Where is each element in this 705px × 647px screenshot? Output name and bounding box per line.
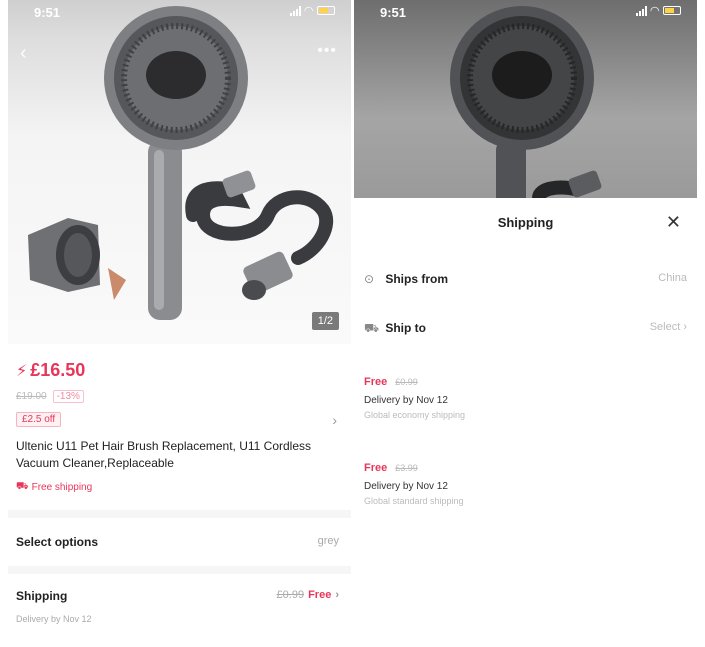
- shipping-sheet-page: 9:51 ◠ Shipping ✕ ⊙ Ships from China ⛟ S…: [354, 0, 697, 647]
- status-bar: 9:51 ◠: [354, 0, 697, 26]
- select-options-row[interactable]: Select options grey: [16, 535, 339, 549]
- vacuum-brush-illustration: [450, 6, 602, 198]
- option-price: Free: [364, 376, 388, 388]
- option-original-price: £0.99: [395, 377, 418, 387]
- select-options-value: grey: [317, 535, 339, 547]
- discount-badge: -13%: [52, 390, 84, 403]
- option-price: Free: [364, 462, 388, 474]
- location-pin-icon: ⊙: [364, 272, 375, 286]
- product-title: Ultenic U11 Pet Hair Brush Replacement, …: [16, 439, 312, 470]
- vacuum-brush-illustration: [28, 6, 334, 320]
- option-method: Global standard shipping: [364, 496, 464, 506]
- shipping-row[interactable]: Shipping £0.99 Free ›: [16, 589, 339, 603]
- status-time: 9:51: [380, 5, 407, 20]
- free-shipping-tag: ⛟ Free shipping: [16, 481, 93, 493]
- ships-from-row: ⊙ Ships from China: [364, 272, 687, 286]
- product-image[interactable]: [8, 0, 351, 344]
- price: £16.50: [30, 360, 86, 380]
- signal-icon: [289, 5, 301, 16]
- option-original-price: £3.99: [395, 463, 418, 473]
- delivery-estimate: Delivery by Nov 12: [16, 614, 92, 624]
- status-bar: 9:51 ◠: [8, 0, 351, 26]
- option-delivery: Delivery by Nov 12: [364, 395, 448, 406]
- sheet-title: Shipping: [497, 215, 554, 230]
- price-row: ⚡ £16.50: [16, 360, 85, 381]
- close-icon[interactable]: ✕: [666, 212, 681, 233]
- divider: [8, 566, 351, 574]
- ship-to-label: Ship to: [385, 321, 427, 335]
- option-method: Global economy shipping: [364, 410, 466, 420]
- shipping-label: Shipping: [16, 589, 68, 603]
- wifi-icon: ◠: [650, 5, 659, 17]
- option-delivery: Delivery by Nov 12: [364, 481, 448, 492]
- shipping-free: Free: [308, 589, 332, 601]
- chevron-right-icon: ›: [335, 589, 339, 601]
- back-icon[interactable]: ‹: [20, 42, 27, 65]
- divider: [8, 510, 351, 518]
- more-icon[interactable]: •••: [317, 42, 337, 60]
- ships-from-value: China: [658, 272, 687, 284]
- shipping-option[interactable]: Free £0.99 Delivery by Nov 12 Global eco…: [364, 376, 614, 420]
- image-counter: 1/2: [311, 312, 339, 330]
- original-price: £19.00: [16, 391, 47, 402]
- shipping-option[interactable]: Free £3.99 Delivery by Nov 12 Global sta…: [364, 462, 614, 506]
- signal-icon: [635, 5, 647, 16]
- shipping-original-price: £0.99: [276, 589, 305, 601]
- truck-icon: ⛟: [16, 481, 29, 492]
- coupon-badge[interactable]: £2.5 off: [16, 412, 62, 427]
- truck-icon: ⛟: [364, 321, 380, 335]
- status-time: 9:51: [34, 5, 61, 20]
- ship-to-row[interactable]: ⛟ Ship to Select ›: [364, 321, 687, 337]
- flash-sale-icon: ⚡: [16, 362, 28, 380]
- chevron-right-icon[interactable]: ›: [332, 412, 337, 428]
- original-price-row: £19.00 -13%: [16, 390, 84, 403]
- ships-from-label: Ships from: [385, 272, 449, 286]
- ship-to-value: Select ›: [649, 321, 687, 333]
- battery-icon: [317, 6, 335, 15]
- battery-icon: [663, 6, 681, 15]
- wifi-icon: ◠: [304, 5, 313, 17]
- select-options-label: Select options: [16, 535, 99, 549]
- product-page: 9:51 ◠ ‹ ••• 1/2 ⚡ £16.50 £19.00 -13% £2…: [8, 0, 351, 647]
- product-image-dimmed: [354, 0, 697, 198]
